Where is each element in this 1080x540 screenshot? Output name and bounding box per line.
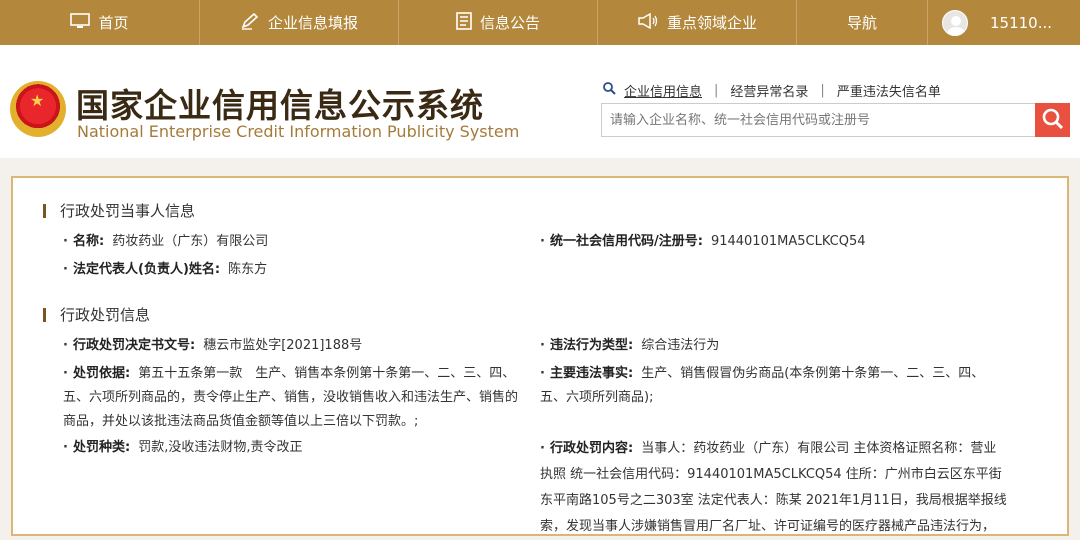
penalty-content-line: 当事人：药妆药业（广东）有限公司 主体资格证照名称：营业	[641, 441, 997, 456]
top-navigation: 首页 企业信息填报 信息公告 重点领域企业 导航 15110...	[0, 0, 1080, 45]
monitor-icon	[70, 12, 91, 33]
penalty-doc-value: 穗云市监处字[2021]188号	[203, 338, 363, 353]
penalty-content-line: 东平南路105号之二303室 法定代表人：陈某 2021年1月11日，我局根据举…	[540, 493, 1007, 508]
nav-announcement-label: 信息公告	[479, 14, 540, 32]
user-menu[interactable]: 15110...	[928, 0, 1080, 45]
nav-navigation-label: 导航	[846, 14, 877, 32]
party-rep-field: · 法定代表人(负责人)姓名: 陈东方	[63, 262, 268, 277]
main-facts-line: 五、六项所列商品);	[540, 390, 654, 405]
link-separator: |	[820, 83, 825, 98]
document-icon	[456, 11, 472, 34]
user-name: 15110...	[990, 13, 1053, 32]
megaphone-icon	[637, 12, 659, 33]
link-separator: |	[714, 83, 719, 98]
penalty-basis-field: · 处罚依据: 第五十五条第一款 生产、销售本条例第十条第一、二、三、四、 五、六项…	[63, 362, 541, 434]
party-rep-label: 法定代表人(负责人)姓名:	[73, 262, 221, 277]
penalty-basis-line: 第五十五条第一款 生产、销售本条例第十条第一、二、三、四、	[138, 366, 516, 381]
link-enterprise-credit[interactable]: 企业信用信息	[624, 81, 702, 100]
site-header: 国家企业信用信息公示系统 National Enterprise Credit …	[0, 45, 1080, 158]
nav-enterprise-report[interactable]: 企业信息填报	[200, 0, 399, 45]
penalty-doc-label: 行政处罚决定书文号:	[73, 338, 196, 353]
link-abnormal-list[interactable]: 经营异常名录	[730, 81, 808, 100]
violation-type-label: 违法行为类型:	[550, 338, 634, 353]
penalty-basis-line: 五、六项所列商品的，责令停止生产、销售，没收销售收入和违法生产、销售的	[63, 390, 519, 405]
nav-key-sector-label: 重点领域企业	[666, 14, 757, 32]
nav-home[interactable]: 首页	[0, 0, 200, 45]
site-title: 国家企业信用信息公示系统	[76, 86, 484, 125]
search-icon	[1041, 108, 1065, 134]
search-button[interactable]	[1035, 103, 1070, 137]
penalty-content-line: 执照 统一社会信用代码：91440101MA5CLKCQ54 住所：广州市白云区…	[540, 467, 1002, 482]
pen-icon	[240, 12, 260, 34]
main-facts-line: 生产、销售假冒伪劣商品(本条例第十条第一、二、三、四、	[641, 366, 985, 381]
penalty-kind-value: 罚款,没收违法财物,责令改正	[138, 440, 303, 455]
penalty-section-title-text: 行政处罚信息	[60, 306, 151, 324]
nav-announcement[interactable]: 信息公告	[399, 0, 598, 45]
party-code-label: 统一社会信用代码/注册号:	[550, 234, 703, 249]
penalty-content-field: · 行政处罚内容: 当事人：药妆药业（广东）有限公司 主体资格证照名称：营业 执照 …	[540, 436, 1040, 540]
penalty-kind-label: 处罚种类:	[73, 440, 131, 455]
party-name-value: 药妆药业（广东）有限公司	[112, 234, 269, 249]
nav-key-sector[interactable]: 重点领域企业	[598, 0, 797, 45]
party-code-value: 91440101MA5CLKCQ54	[710, 234, 866, 249]
site-title-english: National Enterprise Credit Information P…	[77, 122, 520, 141]
nav-navigation[interactable]: 导航	[797, 0, 928, 45]
nav-enterprise-report-label: 企业信息填报	[267, 14, 358, 32]
nav-home-label: 首页	[98, 14, 129, 32]
party-code-field: · 统一社会信用代码/注册号: 91440101MA5CLKCQ54	[540, 234, 866, 249]
violation-type-field: · 违法行为类型: 综合违法行为	[540, 338, 720, 353]
penalty-section-title: 行政处罚信息	[43, 304, 150, 325]
main-facts-field: · 主要违法事实: 生产、销售假冒伪劣商品(本条例第十条第一、二、三、四、 五、六项…	[540, 362, 1040, 410]
quick-links: 企业信用信息 | 经营异常名录 | 严重违法失信名单	[603, 81, 941, 100]
party-rep-value: 陈东方	[228, 262, 268, 277]
penalty-kind-field: · 处罚种类: 罚款,没收违法财物,责令改正	[63, 440, 303, 455]
party-name-label: 名称:	[73, 234, 105, 249]
penalty-doc-field: · 行政处罚决定书文号: 穗云市监处字[2021]188号	[63, 338, 363, 353]
penalty-content-line: 索，发现当事人涉嫌销售冒用厂名厂址、许可证编号的医疗器械产品违法行为，	[540, 519, 996, 534]
main-facts-label: 主要违法事实:	[550, 366, 634, 381]
avatar	[942, 9, 968, 36]
national-emblem-icon	[10, 81, 66, 137]
violation-type-value: 综合违法行为	[641, 338, 720, 353]
penalty-detail-panel: 行政处罚当事人信息 · 名称: 药妆药业（广东）有限公司 · 统一社会信用代码/注册号…	[11, 176, 1069, 536]
penalty-basis-label: 处罚依据:	[73, 366, 131, 381]
search-icon	[603, 82, 616, 99]
search-input[interactable]	[601, 103, 1037, 137]
link-serious-violation-list[interactable]: 严重违法失信名单	[837, 81, 941, 100]
section-bar	[43, 203, 46, 218]
penalty-basis-line: 商品，并处以该批违法商品货值金额等值以上三倍以下罚款。;	[63, 414, 419, 429]
party-section-title-text: 行政处罚当事人信息	[60, 202, 196, 220]
party-name-field: · 名称: 药妆药业（广东）有限公司	[63, 234, 269, 249]
penalty-content-label: 行政处罚内容:	[550, 441, 634, 456]
section-bar	[43, 307, 46, 322]
party-section-title: 行政处罚当事人信息	[43, 200, 195, 221]
